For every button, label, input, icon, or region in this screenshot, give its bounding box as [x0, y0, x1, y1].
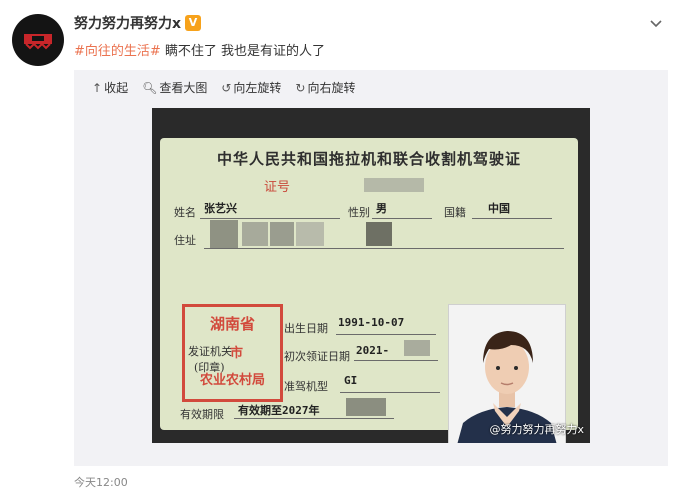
nationality-label: 国籍 — [444, 206, 466, 219]
redacted-address-2 — [242, 222, 268, 246]
redacted-validity — [346, 398, 386, 416]
sex-value: 男 — [376, 202, 387, 215]
post-body: 瞒不住了 我也是有证的人了 — [160, 44, 326, 59]
verified-badge-icon: V — [185, 15, 202, 31]
validity-underline — [234, 418, 394, 419]
type-label: 准驾机型 — [284, 380, 328, 393]
chevron-down-icon[interactable] — [649, 16, 663, 30]
collapse-button[interactable]: ↑ 收起 — [92, 79, 128, 96]
nationality-underline — [472, 218, 552, 219]
sex-label: 性别 — [348, 206, 370, 219]
stamp-top: 湖南省 — [209, 315, 255, 333]
address-label: 住址 — [174, 234, 196, 247]
validity-label: 有效期限 — [180, 408, 224, 421]
issuer-label: 发证机关 — [188, 345, 232, 358]
collapse-label: 收起 — [104, 81, 129, 95]
validity-value: 有效期至2027年 — [238, 404, 320, 417]
type-underline — [340, 392, 440, 393]
address-underline — [204, 248, 564, 249]
avatar[interactable] — [12, 14, 64, 66]
seal-label: (印章) — [194, 361, 225, 374]
redacted-address-3 — [270, 222, 294, 246]
license-photo[interactable]: 中华人民共和国拖拉机和联合收割机驾驶证 证号 姓名 张艺兴 性别 男 国籍 中国… — [152, 108, 590, 443]
rotate-left-button[interactable]: ↺ 向左旋转 — [221, 79, 281, 96]
birth-underline — [336, 334, 436, 335]
image-toolbar: ↑ 收起 🔍︎ 查看大图 ↺ 向左旋转 ↻ 向右旋转 — [92, 79, 355, 96]
type-value: GI — [344, 374, 358, 387]
redacted-address-1 — [210, 220, 238, 248]
name-value: 张艺兴 — [204, 202, 237, 215]
driver-license: 中华人民共和国拖拉机和联合收割机驾驶证 证号 姓名 张艺兴 性别 男 国籍 中国… — [160, 138, 578, 443]
rotate-left-icon: ↺ — [221, 80, 232, 95]
username-row: 努力努力再努力x V — [74, 13, 202, 33]
redacted-cert-no — [364, 178, 424, 192]
cert-no-label: 证号 — [264, 180, 291, 195]
redacted-issue-date — [404, 340, 430, 356]
rotate-right-icon: ↻ — [295, 80, 306, 95]
nationality-value: 中国 — [488, 202, 510, 215]
rotate-right-label: 向右旋转 — [307, 81, 356, 95]
issue-underline — [354, 360, 438, 361]
rotate-right-button[interactable]: ↻ 向右旋转 — [295, 79, 355, 96]
birth-label: 出生日期 — [284, 322, 328, 335]
search-icon: 🔍︎ — [142, 80, 158, 95]
birth-value: 1991-10-07 — [338, 316, 405, 329]
name-label: 姓名 — [174, 206, 196, 219]
post-text: #向往的生活# 瞒不住了 我也是有证的人了 — [74, 40, 325, 59]
redacted-address-4 — [296, 222, 324, 246]
post-timestamp[interactable]: 今天12:00 — [74, 474, 128, 490]
collapse-icon: ↑ — [92, 80, 103, 95]
image-watermark: @努力努力再努力x — [489, 423, 584, 436]
view-large-label: 查看大图 — [159, 81, 208, 95]
issue-label: 初次领证日期 — [284, 350, 350, 363]
image-card: ↑ 收起 🔍︎ 查看大图 ↺ 向左旋转 ↻ 向右旋转 中华人民共和国拖拉机和联合… — [74, 70, 668, 466]
user-logo-icon — [24, 34, 52, 50]
name-underline — [200, 218, 340, 219]
rotate-left-label: 向左旋转 — [233, 81, 282, 95]
sex-underline — [372, 218, 432, 219]
license-title: 中华人民共和国拖拉机和联合收割机驾驶证 — [216, 150, 521, 168]
username[interactable]: 努力努力再努力x — [74, 13, 181, 33]
topic-link[interactable]: #向往的生活# — [74, 44, 161, 59]
view-large-button[interactable]: 🔍︎ 查看大图 — [142, 79, 207, 96]
issue-value: 2021- — [356, 344, 390, 357]
redacted-address-5 — [366, 222, 392, 246]
